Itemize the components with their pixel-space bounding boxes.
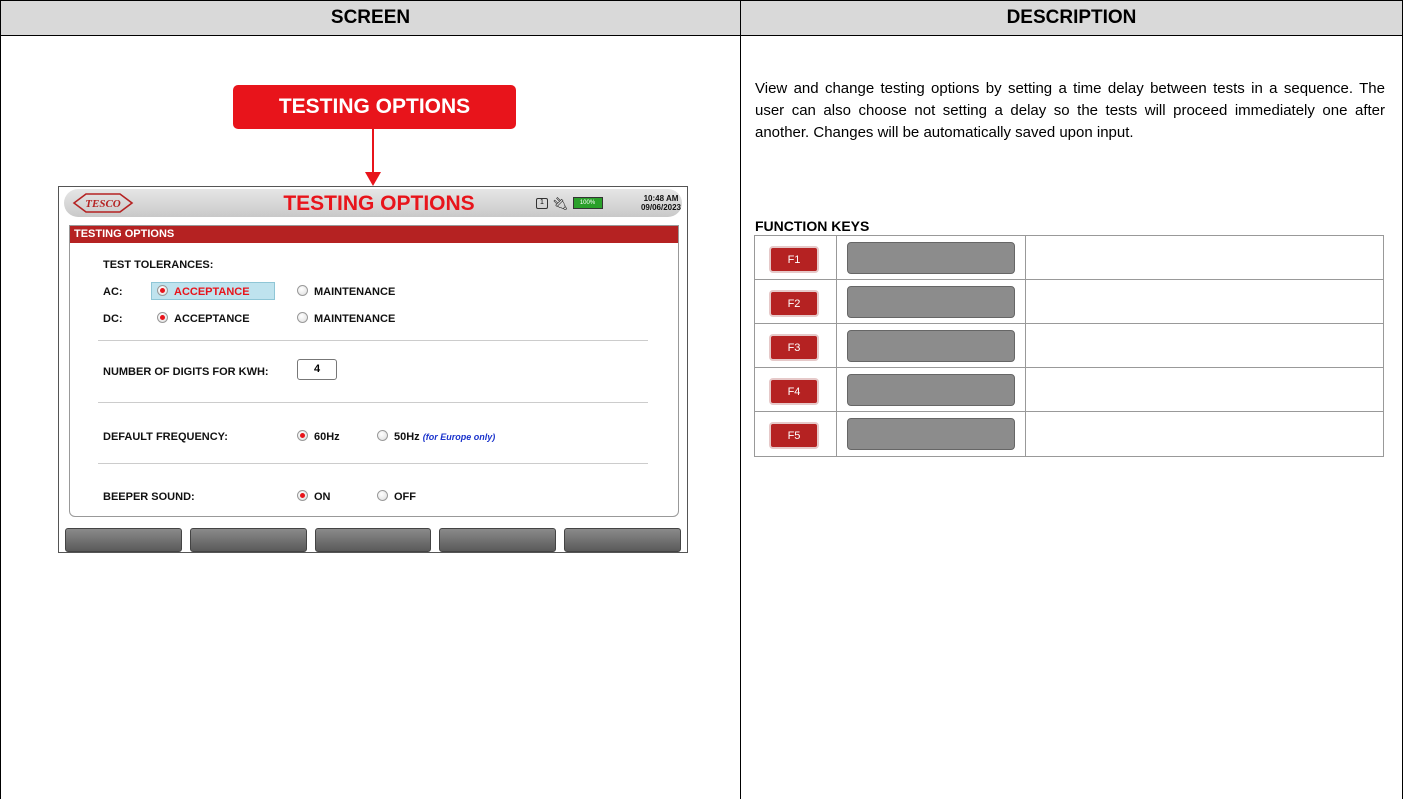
- ac-acceptance-label[interactable]: ACCEPTANCE: [174, 286, 250, 298]
- frequency-50hz-label[interactable]: 50Hz: [394, 431, 420, 443]
- device-f2-button[interactable]: [189, 528, 307, 552]
- function-key-row: F1: [755, 236, 1383, 280]
- dc-label: DC:: [103, 313, 123, 325]
- function-keys-title: FUNCTION KEYS: [755, 218, 870, 234]
- callout-label: TESTING OPTIONS: [233, 85, 516, 129]
- ac-maintenance-radio[interactable]: [297, 285, 308, 296]
- usb-icon: 1: [536, 197, 548, 209]
- digits-label: NUMBER OF DIGITS FOR KWH:: [103, 366, 269, 378]
- clock: 10:48 AM 09/06/2023: [636, 194, 686, 212]
- device-title-bar: TESCO TESTING OPTIONS 1 🔌︎ 100% 10:48 AM…: [64, 189, 682, 217]
- f5-key-label-bar: [847, 418, 1015, 450]
- ac-acceptance-radio[interactable]: [157, 285, 168, 296]
- beeper-on-radio[interactable]: [297, 490, 308, 501]
- f2-key-label-bar: [847, 286, 1015, 318]
- clock-time: 10:48 AM: [643, 194, 679, 203]
- function-key-row: F5: [755, 412, 1383, 456]
- description-column-header: DESCRIPTION: [740, 0, 1403, 36]
- frequency-50hz-radio[interactable]: [377, 430, 388, 441]
- f2-key[interactable]: F2: [769, 290, 819, 317]
- callout-arrow-head-icon: [365, 172, 381, 186]
- digits-input[interactable]: 4: [297, 359, 337, 380]
- frequency-label: DEFAULT FREQUENCY:: [103, 431, 228, 443]
- device-f3-button[interactable]: [314, 528, 432, 552]
- device-title: TESTING OPTIONS: [283, 192, 475, 215]
- status-area: 1 🔌︎ 100%: [536, 195, 603, 211]
- clock-date: 09/06/2023: [640, 203, 682, 212]
- callout-arrow-line: [372, 129, 374, 173]
- frequency-60hz-label[interactable]: 60Hz: [314, 431, 340, 443]
- panel-title: TESTING OPTIONS: [70, 226, 678, 243]
- function-key-row: F2: [755, 280, 1383, 324]
- description-text: View and change testing options by setti…: [755, 80, 1385, 141]
- f3-key[interactable]: F3: [769, 334, 819, 361]
- function-keys-table: F1 F2 F3 F4 F5: [754, 235, 1384, 457]
- f4-key-label-bar: [847, 374, 1015, 406]
- frequency-60hz-radio[interactable]: [297, 430, 308, 441]
- frequency-50hz-option[interactable]: 50Hz (for Europe only): [394, 431, 495, 443]
- options-panel: TESTING OPTIONS TEST TOLERANCES: AC: ACC…: [69, 225, 679, 517]
- f3-key-label-bar: [847, 330, 1015, 362]
- battery-icon: 100%: [572, 197, 603, 209]
- function-key-row: F4: [755, 368, 1383, 412]
- function-key-row: F3: [755, 324, 1383, 368]
- f5-key[interactable]: F5: [769, 422, 819, 449]
- dc-acceptance-radio[interactable]: [157, 312, 168, 323]
- divider: [98, 340, 648, 341]
- plug-icon: 🔌︎: [552, 195, 569, 211]
- beeper-off-radio[interactable]: [377, 490, 388, 501]
- screen-column-header: SCREEN: [0, 0, 741, 36]
- divider: [98, 402, 648, 403]
- logo-text: TESCO: [85, 198, 121, 210]
- ac-label: AC:: [103, 286, 123, 298]
- f1-key-label-bar: [847, 242, 1015, 274]
- f4-key[interactable]: F4: [769, 378, 819, 405]
- dc-acceptance-label[interactable]: ACCEPTANCE: [174, 313, 250, 325]
- frequency-50hz-note: (for Europe only): [422, 432, 496, 442]
- beeper-off-label[interactable]: OFF: [394, 491, 416, 503]
- device-f4-button[interactable]: [439, 528, 557, 552]
- device-screen: TESCO TESTING OPTIONS 1 🔌︎ 100% 10:48 AM…: [58, 186, 688, 553]
- device-f5-button[interactable]: [564, 528, 681, 552]
- dc-maintenance-label[interactable]: MAINTENANCE: [314, 313, 395, 325]
- divider: [98, 463, 648, 464]
- tolerances-heading: TEST TOLERANCES:: [103, 259, 214, 271]
- f1-key[interactable]: F1: [769, 246, 819, 273]
- device-function-key-bar: [65, 528, 681, 552]
- ac-maintenance-label[interactable]: MAINTENANCE: [314, 286, 395, 298]
- dc-maintenance-radio[interactable]: [297, 312, 308, 323]
- device-f1-button[interactable]: [65, 528, 182, 552]
- beeper-label: BEEPER SOUND:: [103, 491, 195, 503]
- tesco-logo-icon: TESCO: [72, 193, 134, 213]
- beeper-on-label[interactable]: ON: [314, 491, 331, 503]
